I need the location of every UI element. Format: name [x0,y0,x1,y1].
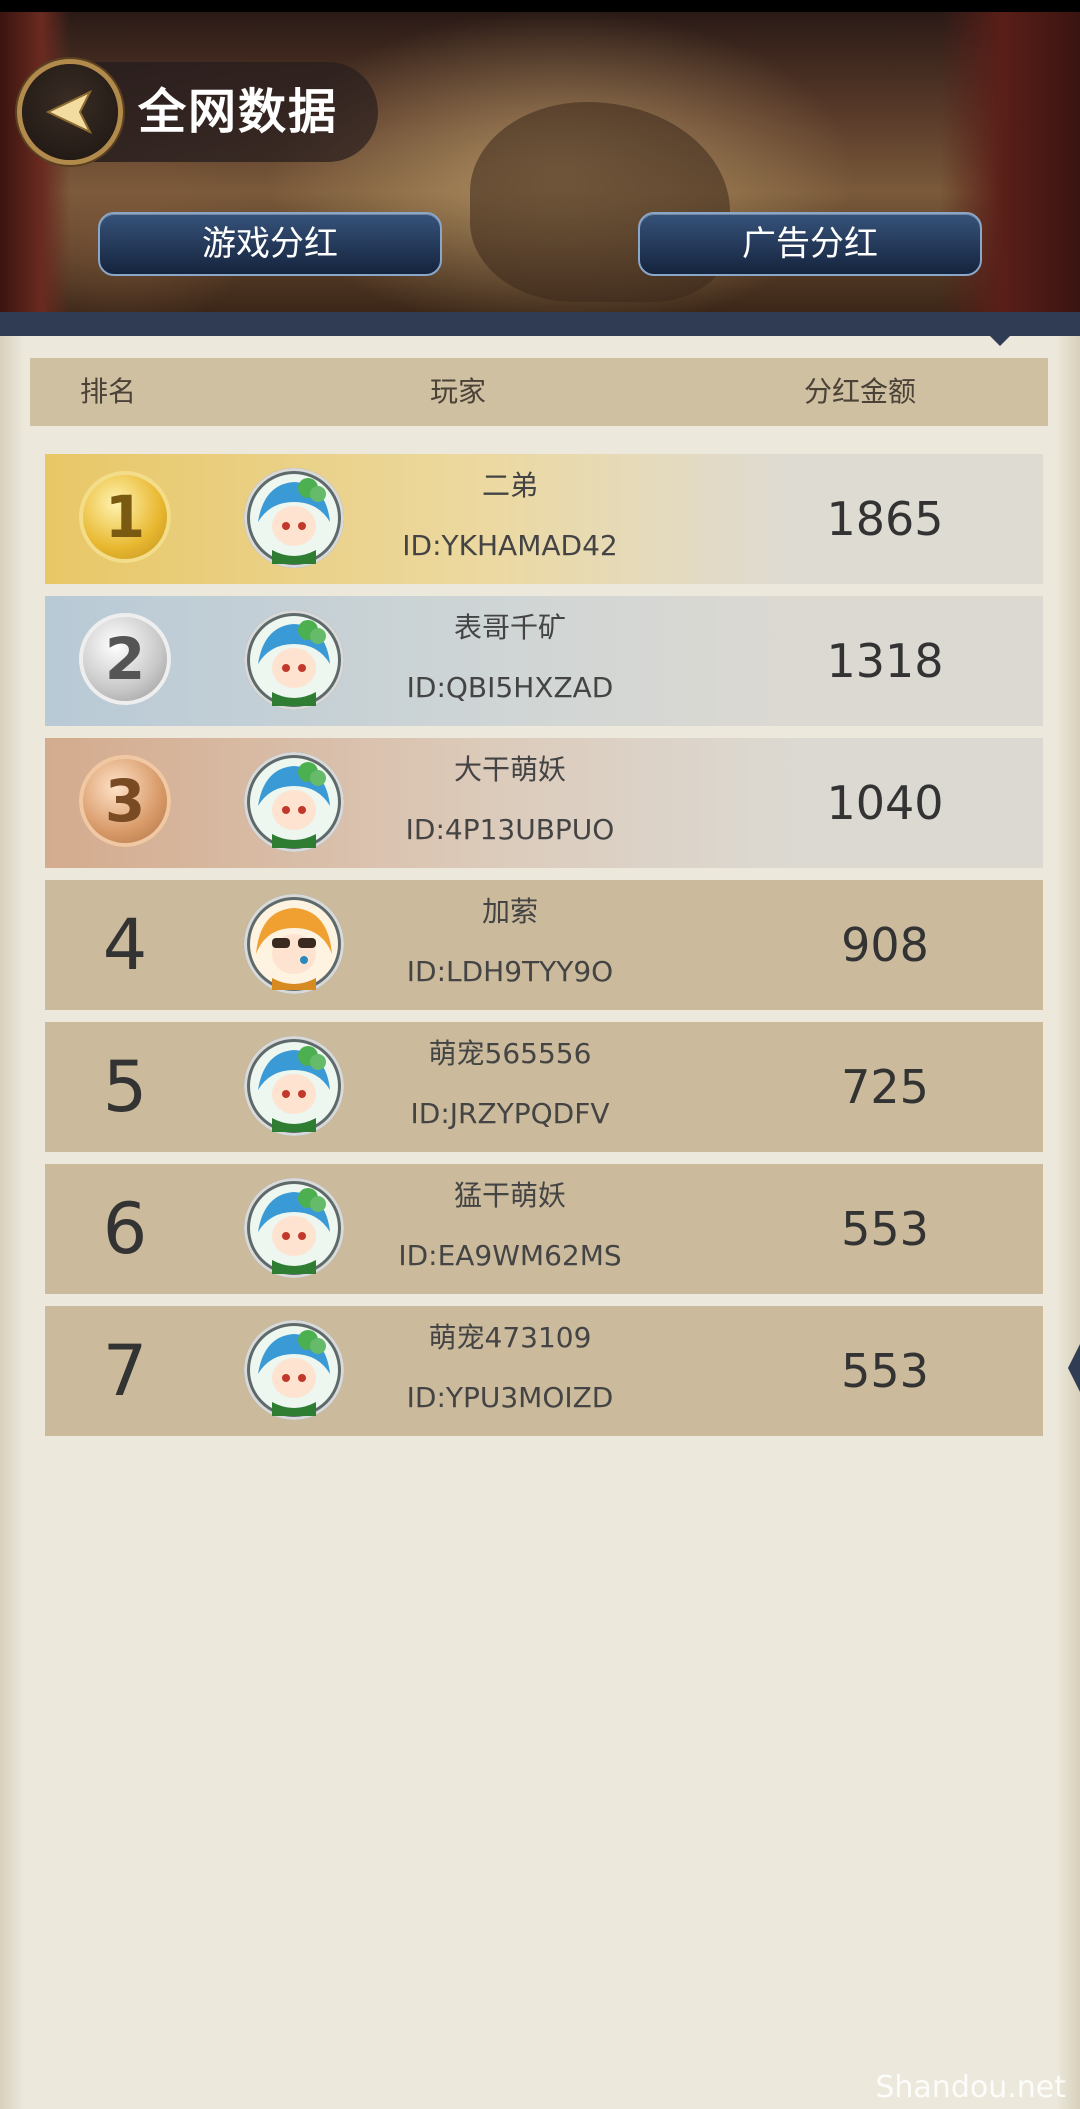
player-id: ID:QBI5HXZAD [406,671,614,704]
player-name: 萌宠473109 [428,1321,592,1354]
header-divider [0,312,1080,336]
rank-number: 4 [102,904,148,986]
avatar[interactable] [244,752,344,852]
dividend-amount: 1040 [826,776,944,830]
rank-number: 7 [102,1330,148,1412]
player-name: 表哥千矿 [453,611,566,644]
avatar[interactable] [244,610,344,710]
player-name: 猛干萌妖 [453,1179,566,1212]
rank-number: 6 [102,1188,148,1270]
dividend-amount: 725 [841,1060,929,1114]
avatar[interactable] [244,1178,344,1278]
table-row[interactable]: 4 加萦 ID:LDH9TYY9O 908 [45,880,1043,1010]
player-id: ID:YPU3MOIZD [406,1381,614,1414]
table-row[interactable]: 2 表哥千矿 ID:QBI5HXZAD 1318 [45,596,1043,726]
dividend-amount: 553 [841,1344,929,1398]
dividend-amount: 908 [841,918,929,972]
player-id: ID:4P13UBPUO [405,813,615,846]
dividend-amount: 553 [841,1202,929,1256]
gold-medal-icon: 1 [79,471,171,563]
player-id: ID:EA9WM62MS [398,1239,622,1272]
silver-medal-icon: 2 [79,613,171,705]
column-amount: 分红金额 [804,375,917,408]
player-id: ID:LDH9TYY9O [406,955,614,988]
status-bar [0,0,1080,12]
table-header: 排名 玩家 分红金额 [30,358,1048,426]
tab-game-dividend[interactable]: 游戏分红 [98,212,442,276]
divider-notch [990,336,1010,346]
player-name: 大干萌妖 [453,753,566,786]
player-id: ID:YKHAMAD42 [402,529,618,562]
back-button[interactable] [22,64,118,160]
page-title: 全网数据 [138,84,339,140]
dividend-amount: 1318 [826,634,944,688]
player-name: 加萦 [481,895,538,928]
dividend-amount: 1865 [826,492,944,546]
player-name: 二弟 [481,469,538,502]
avatar[interactable] [244,1320,344,1420]
bronze-medal-icon: 3 [79,755,171,847]
right-border-decoration [1056,336,1080,2109]
table-row[interactable]: 5 萌宠565556 ID:JRZYPQDFV 725 [45,1022,1043,1152]
tab-ad-dividend[interactable]: 广告分红 [638,212,982,276]
green-hair-girl-avatar-icon [250,1184,338,1274]
avatar[interactable] [244,468,344,568]
table-row[interactable]: 6 猛干萌妖 ID:EA9WM62MS 553 [45,1164,1043,1294]
green-hair-girl-avatar-icon [250,616,338,706]
green-hair-girl-avatar-icon [250,1326,338,1416]
player-name: 萌宠565556 [428,1037,592,1070]
left-border-decoration [0,336,24,2109]
table-row[interactable]: 7 萌宠473109 ID:YPU3MOIZD 553 [45,1306,1043,1436]
orange-hair-sunglasses-avatar-icon [250,900,338,990]
rank-number: 5 [102,1046,148,1128]
green-hair-girl-avatar-icon [250,1042,338,1132]
column-player: 玩家 [430,375,487,408]
side-scroll-handle[interactable] [1068,1344,1080,1392]
table-row[interactable]: 1 二弟 ID:YKHAMAD42 1865 [45,454,1043,584]
green-hair-girl-avatar-icon [250,474,338,564]
curtain-left [0,12,70,312]
green-hair-girl-avatar-icon [250,758,338,848]
back-arrow-icon [45,89,93,135]
column-rank: 排名 [80,375,137,408]
player-id: ID:JRZYPQDFV [410,1097,610,1130]
avatar[interactable] [244,1036,344,1136]
table-row[interactable]: 3 大干萌妖 ID:4P13UBPUO 1040 [45,738,1043,868]
watermark: Shandou.net [875,2070,1066,2105]
avatar[interactable] [244,894,344,994]
